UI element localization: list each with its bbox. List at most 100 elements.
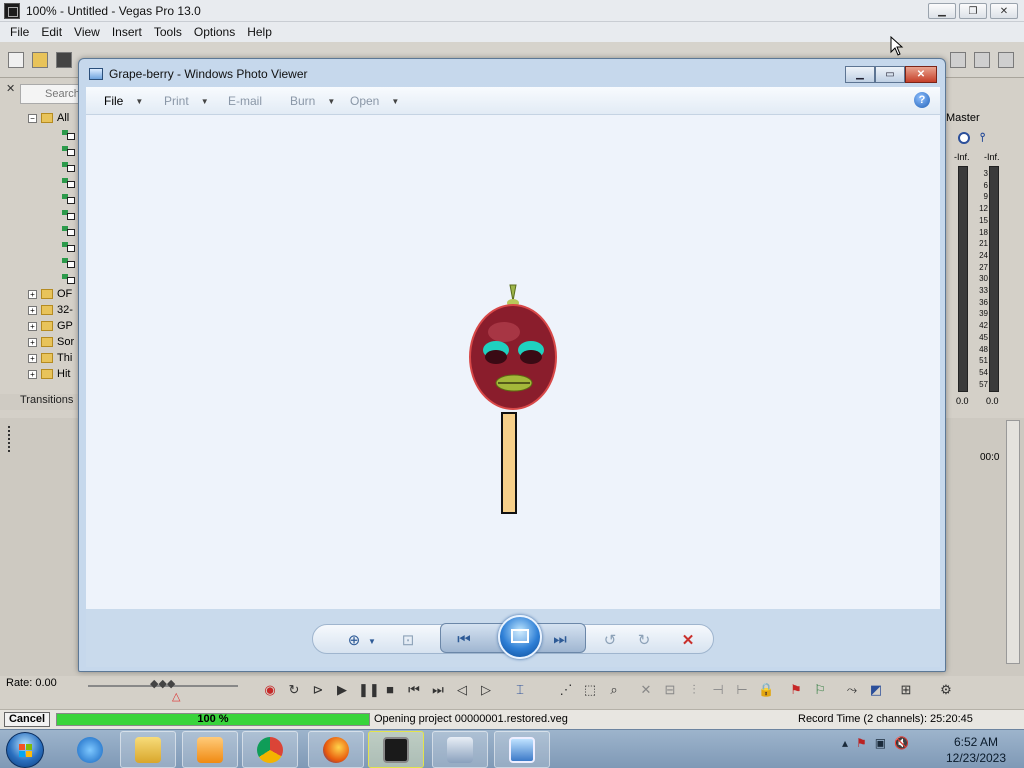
- delete-icon[interactable]: ✕: [638, 682, 654, 698]
- menu-file[interactable]: File ▼: [104, 94, 143, 108]
- chevron-down-icon[interactable]: ▼: [362, 637, 382, 646]
- media-clip-icon[interactable]: [62, 178, 76, 188]
- expand-icon[interactable]: +: [28, 353, 37, 363]
- minimize-button[interactable]: ▁: [845, 66, 875, 83]
- media-clip-icon[interactable]: [62, 194, 76, 204]
- loop-icon[interactable]: ↻: [286, 682, 302, 698]
- tree-folder-item[interactable]: + Sor: [28, 335, 74, 349]
- save-icon[interactable]: [56, 52, 72, 68]
- expand-icon[interactable]: +: [28, 305, 37, 315]
- minimize-button[interactable]: ▁: [928, 3, 956, 19]
- menu-insert[interactable]: Insert: [106, 25, 148, 39]
- media-clip-icon[interactable]: [62, 130, 76, 140]
- lock-envelopes-icon[interactable]: ◩: [868, 682, 884, 698]
- network-icon[interactable]: ▣: [875, 736, 886, 750]
- menu-file[interactable]: File: [4, 25, 35, 39]
- close-button[interactable]: ✕: [990, 3, 1018, 19]
- menu-open[interactable]: Open ▼: [350, 94, 399, 108]
- menu-burn[interactable]: Burn ▼: [290, 94, 335, 108]
- trim-icon[interactable]: ⊟: [662, 682, 678, 698]
- play-icon[interactable]: ▶: [334, 682, 350, 698]
- show-hidden-icons-icon[interactable]: ▴: [842, 736, 848, 750]
- split-icon[interactable]: ⫶: [686, 682, 702, 698]
- record-icon[interactable]: ◉: [262, 682, 278, 698]
- photo-canvas[interactable]: [86, 115, 940, 609]
- actual-size-icon[interactable]: ⊡: [398, 631, 418, 649]
- cancel-button[interactable]: Cancel: [4, 712, 50, 727]
- media-clip-icon[interactable]: [62, 226, 76, 236]
- menu-help[interactable]: Help: [241, 25, 278, 39]
- help-icon[interactable]: ?: [914, 92, 930, 108]
- trim-end-icon[interactable]: ⊢: [734, 682, 750, 698]
- media-clip-icon[interactable]: [62, 162, 76, 172]
- expand-icon[interactable]: +: [28, 289, 37, 299]
- close-panel-icon[interactable]: ✕: [6, 82, 15, 95]
- close-button[interactable]: ✕: [905, 66, 937, 83]
- photo-viewer-titlebar[interactable]: Grape-berry - Windows Photo Viewer ▁ ▭ ✕: [79, 59, 945, 87]
- taskbar-media-player[interactable]: [182, 731, 238, 768]
- volume-muted-icon[interactable]: 🔇: [894, 736, 909, 750]
- media-clip-icon[interactable]: [62, 210, 76, 220]
- menu-email[interactable]: E-mail: [228, 94, 262, 108]
- previous-image-icon[interactable]: ⏮: [454, 631, 474, 648]
- expand-icon[interactable]: +: [28, 321, 37, 331]
- go-to-end-icon[interactable]: ⏭: [430, 682, 446, 698]
- new-project-icon[interactable]: [8, 52, 24, 68]
- next-image-icon[interactable]: ⏭: [550, 631, 570, 648]
- delete-icon[interactable]: ✕: [678, 631, 698, 649]
- region-icon[interactable]: ⚐: [812, 682, 828, 698]
- insert-fx-icon[interactable]: ⫯: [980, 130, 985, 145]
- taskbar-file-explorer[interactable]: [120, 731, 176, 768]
- menu-print[interactable]: Print ▼: [164, 94, 209, 108]
- open-folder-icon[interactable]: [32, 52, 48, 68]
- media-clip-icon[interactable]: [62, 274, 76, 284]
- play-from-start-icon[interactable]: ⊳: [310, 682, 326, 698]
- media-clip-icon[interactable]: [62, 146, 76, 156]
- collapse-icon[interactable]: −: [28, 113, 37, 123]
- lock-icon[interactable]: 🔒: [758, 682, 774, 698]
- crossfade-icon[interactable]: ⚙: [938, 682, 954, 698]
- rate-slider-thumb-icon[interactable]: ◆◆◆: [150, 677, 175, 690]
- taskbar-internet-explorer[interactable]: [62, 731, 118, 768]
- restore-button[interactable]: ❐: [959, 3, 987, 19]
- tree-item-all[interactable]: − All: [28, 111, 69, 125]
- snapping-icon[interactable]: ⊞: [898, 682, 914, 698]
- expand-icon[interactable]: +: [28, 369, 37, 379]
- normal-edit-tool-icon[interactable]: ⌶: [512, 682, 528, 698]
- slideshow-button[interactable]: [498, 615, 542, 659]
- zoom-tool-icon[interactable]: ⌕: [606, 682, 622, 698]
- tree-folder-item[interactable]: + GP: [28, 319, 73, 333]
- explorer-search-input[interactable]: Search: [20, 84, 80, 104]
- taskbar-keyboard[interactable]: [432, 731, 488, 768]
- menu-options[interactable]: Options: [188, 25, 241, 39]
- taskbar-clock[interactable]: 6:52 AM 12/23/2023: [940, 734, 1012, 766]
- envelope-tool-icon[interactable]: ⋰: [558, 682, 574, 698]
- tree-folder-item[interactable]: + OF: [28, 287, 72, 301]
- menu-edit[interactable]: Edit: [35, 25, 68, 39]
- pause-icon[interactable]: ❚❚: [358, 682, 380, 698]
- rotate-clockwise-icon[interactable]: ↻: [634, 631, 654, 649]
- action-center-icon[interactable]: ⚑: [856, 736, 867, 750]
- mixer-icon[interactable]: [950, 52, 966, 68]
- selection-tool-icon[interactable]: ⬚: [582, 682, 598, 698]
- zoom-icon[interactable]: ⊕: [344, 631, 364, 649]
- media-clip-icon[interactable]: [62, 258, 76, 268]
- go-to-start-icon[interactable]: ⏮: [406, 682, 422, 698]
- taskbar-firefox[interactable]: [308, 731, 364, 768]
- tab-transitions[interactable]: Transitions: [0, 394, 80, 410]
- tree-folder-item[interactable]: + Hit: [28, 367, 70, 381]
- channels-icon[interactable]: [998, 52, 1014, 68]
- trim-start-icon[interactable]: ⊣: [710, 682, 726, 698]
- tree-folder-item[interactable]: + Thi: [28, 351, 72, 365]
- start-button[interactable]: [6, 732, 44, 768]
- drag-handle[interactable]: [8, 426, 12, 452]
- media-clip-icon[interactable]: [62, 242, 76, 252]
- maximize-button[interactable]: ▭: [875, 66, 905, 83]
- taskbar-vegas-pro[interactable]: [368, 731, 424, 768]
- stop-icon[interactable]: ■: [382, 682, 398, 698]
- mute-icon[interactable]: [974, 52, 990, 68]
- taskbar-chrome[interactable]: [242, 731, 298, 768]
- solo-icon[interactable]: [958, 132, 970, 144]
- menu-view[interactable]: View: [68, 25, 106, 39]
- next-frame-icon[interactable]: ▷: [478, 682, 494, 698]
